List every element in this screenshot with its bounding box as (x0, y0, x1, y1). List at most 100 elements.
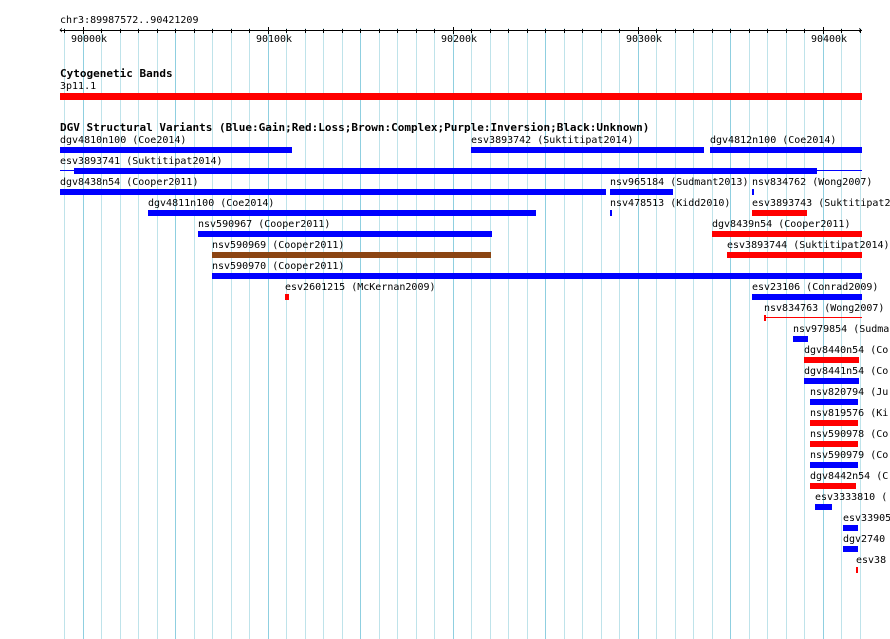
sv-feature-label[interactable]: nsv965184 (Sudmant2013) (610, 177, 748, 188)
sv-feature-bar[interactable] (148, 210, 536, 216)
sv-feature-label[interactable]: nsv590967 (Cooper2011) (198, 219, 330, 230)
sv-feature-bar[interactable] (810, 420, 858, 426)
ruler-minor-tick (564, 29, 565, 33)
sv-feature-label[interactable]: nsv979854 (Sudma (793, 324, 889, 335)
sv-feature-label[interactable]: esv23106 (Conrad2009) (752, 282, 878, 293)
ruler-minor-tick (582, 29, 583, 33)
sv-feature-bar[interactable] (810, 399, 858, 405)
sv-feature-label[interactable]: nsv590970 (Cooper2011) (212, 261, 344, 272)
ruler-tick-label: 90300k (625, 34, 663, 45)
sv-feature-label[interactable]: esv3893743 (Suktitipat2014) (752, 198, 890, 209)
ruler-major-tick (83, 27, 84, 34)
sv-feature-bar[interactable] (212, 252, 491, 258)
sv-feature-bar[interactable] (810, 483, 856, 489)
sv-feature-label[interactable]: nsv820794 (Ju (810, 387, 888, 398)
sv-feature-bar[interactable] (815, 504, 832, 510)
grid-line (638, 28, 639, 639)
sv-feature-bar[interactable] (285, 294, 289, 300)
sv-feature-label[interactable]: dgv4811n100 (Coe2014) (148, 198, 274, 209)
dgv-track-title: DGV Structural Variants (Blue:Gain;Red:L… (60, 121, 650, 134)
grid-line (564, 28, 565, 639)
cytoband-track-title: Cytogenetic Bands (60, 67, 173, 80)
grid-line (619, 28, 620, 639)
grid-line (138, 28, 139, 639)
ruler-minor-tick (305, 29, 306, 33)
sv-feature-label[interactable]: dgv8441n54 (Co (804, 366, 888, 377)
sv-feature-bar[interactable] (843, 525, 858, 531)
sv-feature-bar[interactable] (198, 231, 492, 237)
sv-feature-label[interactable]: dgv8439n54 (Cooper2011) (712, 219, 850, 230)
sv-feature-label[interactable]: dgv8438n54 (Cooper2011) (60, 177, 198, 188)
sv-feature-bar[interactable] (764, 315, 766, 321)
sv-feature-label[interactable]: esv3893742 (Suktitipat2014) (471, 135, 634, 146)
sv-feature-bar[interactable] (793, 336, 808, 342)
grid-line (379, 28, 380, 639)
grid-line (101, 28, 102, 639)
grid-line (323, 28, 324, 639)
sv-feature-bar[interactable] (752, 189, 754, 195)
sv-feature-label[interactable]: nsv590969 (Cooper2011) (212, 240, 344, 251)
grid-line (231, 28, 232, 639)
ruler-minor-tick (786, 29, 787, 33)
ruler-minor-tick (712, 29, 713, 33)
sv-feature-bar[interactable] (752, 210, 807, 216)
sv-feature-bar[interactable] (804, 357, 859, 363)
sv-feature-bar[interactable] (843, 546, 858, 552)
grid-line (212, 28, 213, 639)
sv-feature-bar[interactable] (212, 273, 862, 279)
sv-feature-bar[interactable] (804, 378, 859, 384)
ruler-minor-tick (286, 29, 287, 33)
sv-feature-bar[interactable] (710, 147, 862, 153)
sv-feature-label[interactable]: nsv590978 (Co (810, 429, 888, 440)
sv-feature-bar[interactable] (610, 210, 612, 216)
grid-line (416, 28, 417, 639)
sv-feature-bar[interactable] (60, 147, 292, 153)
sv-feature-bar[interactable] (60, 189, 606, 195)
grid-line (527, 28, 528, 639)
sv-feature-label[interactable]: dgv4810n100 (Coe2014) (60, 135, 186, 146)
ruler-major-tick (823, 27, 824, 34)
sv-feature-bar[interactable] (752, 294, 862, 300)
grid-line (656, 28, 657, 639)
sv-feature-bar[interactable] (810, 462, 858, 468)
ruler-minor-tick (342, 29, 343, 33)
grid-line (120, 28, 121, 639)
sv-feature-bar[interactable] (471, 147, 704, 153)
sv-feature-label[interactable]: nsv834763 (Wong2007) (764, 303, 884, 314)
sv-feature-label[interactable]: nsv478513 (Kidd2010) (610, 198, 730, 209)
ruler-line (60, 30, 862, 31)
ruler-minor-tick (231, 29, 232, 33)
sv-feature-label[interactable]: dgv2740 (843, 534, 885, 545)
sv-feature-bar[interactable] (74, 168, 817, 174)
cytoband-band[interactable] (60, 93, 862, 100)
sv-feature-label[interactable]: esv3333810 ( (815, 492, 887, 503)
sv-feature-label[interactable]: nsv834762 (Wong2007) (752, 177, 872, 188)
grid-line (249, 28, 250, 639)
sv-feature-label[interactable]: dgv8442n54 (C (810, 471, 888, 482)
sv-feature-bar[interactable] (712, 231, 862, 237)
sv-feature-label[interactable]: dgv8440n54 (Co (804, 345, 888, 356)
grid-line (360, 28, 361, 639)
sv-feature-label[interactable]: nsv819576 (Ki (810, 408, 888, 419)
sv-feature-label[interactable]: dgv4812n100 (Coe2014) (710, 135, 836, 146)
grid-line (194, 28, 195, 639)
sv-feature-bar[interactable] (810, 441, 858, 447)
sv-feature-label[interactable]: esv3893741 (Suktitipat2014) (60, 156, 223, 167)
ruler-minor-tick (175, 29, 176, 33)
ruler-minor-tick (675, 29, 676, 33)
sv-feature-bar[interactable] (610, 189, 673, 195)
ruler-minor-tick (64, 29, 65, 33)
sv-feature-label[interactable]: esv33905 (843, 513, 890, 524)
sv-feature-label[interactable]: esv2601215 (McKernan2009) (285, 282, 436, 293)
grid-line (397, 28, 398, 639)
sv-feature-bar[interactable] (856, 567, 858, 573)
sv-feature-connector[interactable] (764, 317, 862, 318)
grid-line (693, 28, 694, 639)
genome-browser-view: chr3:89987572..90421209 ‹ › 90000k90100k… (0, 0, 890, 639)
sv-feature-label[interactable]: nsv590979 (Co (810, 450, 888, 461)
sv-feature-label[interactable]: esv3893744 (Suktitipat2014) (727, 240, 890, 251)
ruler-minor-tick (249, 29, 250, 33)
sv-feature-bar[interactable] (727, 252, 862, 258)
sv-feature-label[interactable]: esv38 (856, 555, 886, 566)
grid-line (342, 28, 343, 639)
